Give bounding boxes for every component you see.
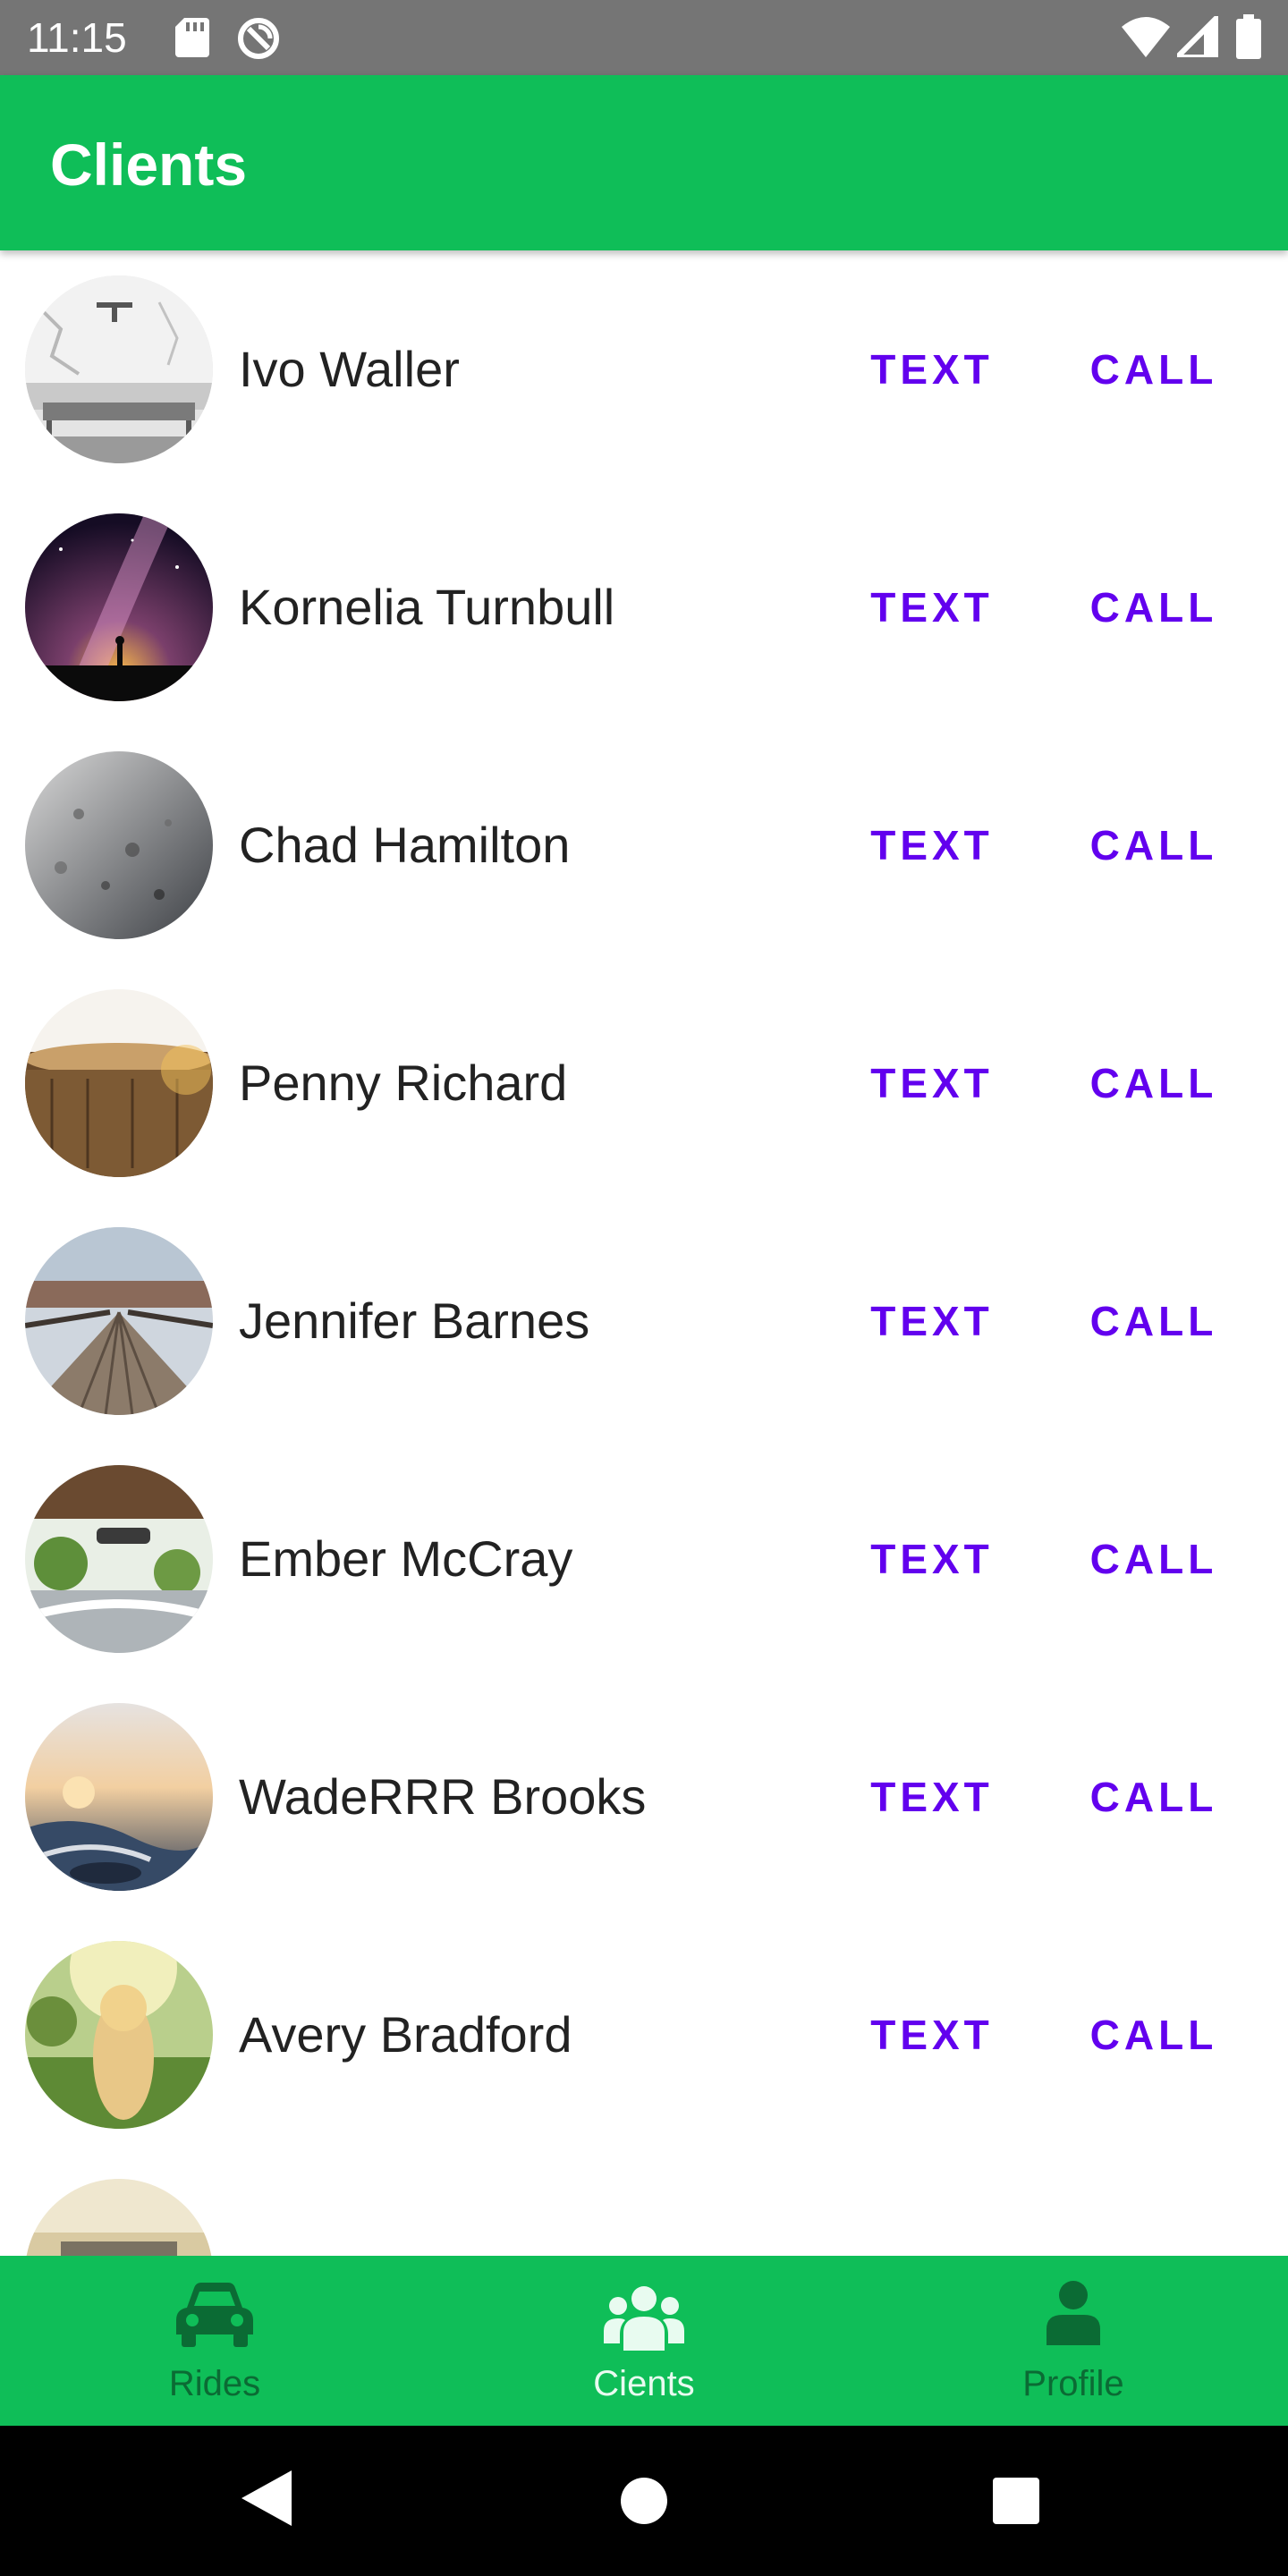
text-button[interactable]: TEXT	[860, 329, 1004, 410]
call-button[interactable]: CALL	[1082, 1043, 1225, 1123]
client-name: Jennifer Barnes	[239, 1292, 590, 1349]
text-button[interactable]: TEXT	[860, 1757, 1004, 1837]
client-row[interactable]: Ember McCray TEXT CALL	[0, 1440, 1288, 1678]
client-avatar	[25, 1703, 213, 1891]
nav-item-rides[interactable]: Rides	[0, 2256, 429, 2426]
nav-item-profile[interactable]: Profile	[859, 2256, 1288, 2426]
car-icon	[174, 2281, 255, 2353]
page-title: Clients	[50, 131, 248, 198]
battery-icon	[1236, 14, 1261, 64]
client-list[interactable]: Ivo Waller TEXT CALL Kornelia Turnbull T…	[0, 250, 1288, 2256]
client-avatar	[25, 1941, 213, 2129]
client-name: Avery Bradford	[239, 2006, 572, 2063]
client-name: Ember McCray	[239, 1530, 573, 1587]
call-button[interactable]: CALL	[1082, 1519, 1225, 1599]
text-button[interactable]: TEXT	[860, 1281, 1004, 1361]
client-avatar	[25, 751, 213, 939]
client-row[interactable]: Ivo Waller TEXT CALL	[0, 250, 1288, 488]
client-avatar	[25, 2179, 213, 2256]
signal-icon	[1170, 9, 1221, 62]
text-button[interactable]: TEXT	[860, 1519, 1004, 1599]
nav-item-clients[interactable]: Cients	[429, 2256, 859, 2426]
call-button[interactable]: CALL	[1082, 567, 1225, 648]
client-name: Penny Richard	[239, 1055, 568, 1111]
client-avatar	[25, 1465, 213, 1653]
call-button[interactable]: CALL	[1082, 1281, 1225, 1361]
status-time: 11:15	[27, 14, 127, 61]
recent-apps-icon[interactable]	[991, 2476, 1041, 2530]
client-avatar	[25, 513, 213, 701]
client-name: Chad Hamilton	[239, 817, 571, 873]
person-icon	[1046, 2281, 1100, 2350]
call-button[interactable]: CALL	[1082, 805, 1225, 886]
client-row[interactable]: Jennifer Barnes TEXT CALL	[0, 1202, 1288, 1440]
client-row[interactable]: Chad Hamilton TEXT CALL	[0, 726, 1288, 964]
status-bar: 11:15	[0, 0, 1288, 75]
client-avatar	[25, 1227, 213, 1415]
client-avatar	[25, 989, 213, 1177]
client-name: WadeRRR Brooks	[239, 1768, 647, 1825]
bottom-navigation: Rides Cients Profile	[0, 2256, 1288, 2426]
client-name: Kornelia Turnbull	[239, 579, 615, 635]
text-button[interactable]: TEXT	[860, 567, 1004, 648]
nav-label-clients: Cients	[593, 2364, 695, 2403]
call-button[interactable]: CALL	[1082, 1995, 1225, 2075]
client-name: Ivo Waller	[239, 341, 460, 397]
back-icon[interactable]	[242, 2470, 292, 2530]
call-button[interactable]: CALL	[1082, 1757, 1225, 1837]
text-button[interactable]: TEXT	[860, 805, 1004, 886]
wifi-icon	[1122, 16, 1170, 62]
text-button[interactable]: TEXT	[860, 1043, 1004, 1123]
group-icon	[604, 2281, 684, 2357]
client-avatar	[25, 275, 213, 463]
client-row[interactable]: Kornelia Turnbull TEXT CALL	[0, 488, 1288, 726]
call-button[interactable]: CALL	[1082, 329, 1225, 410]
text-button[interactable]: TEXT	[860, 1995, 1004, 2075]
client-row[interactable]	[0, 2154, 1288, 2256]
nav-label-profile: Profile	[1022, 2364, 1124, 2403]
client-row[interactable]: WadeRRR Brooks TEXT CALL	[0, 1678, 1288, 1916]
home-icon[interactable]	[619, 2476, 669, 2530]
app-bar: Clients	[0, 75, 1288, 250]
nav-label-rides: Rides	[168, 2364, 261, 2403]
sd-card-icon	[175, 18, 209, 62]
sync-icon	[236, 16, 281, 65]
client-row[interactable]: Penny Richard TEXT CALL	[0, 964, 1288, 1202]
client-row[interactable]: Avery Bradford TEXT CALL	[0, 1916, 1288, 2154]
system-navigation-bar	[0, 2426, 1288, 2576]
